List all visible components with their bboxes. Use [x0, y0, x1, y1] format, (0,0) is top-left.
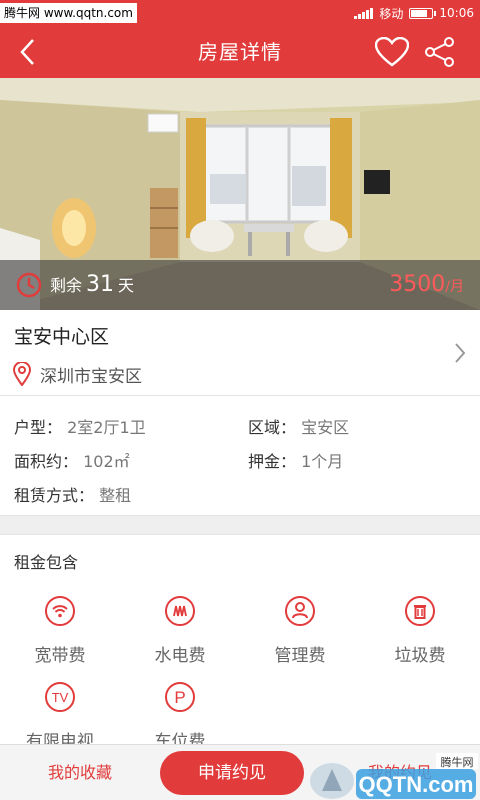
info-layout-label: 户型： — [14, 418, 63, 437]
remain-days-value: 31 — [86, 272, 115, 297]
trash-icon — [405, 596, 435, 626]
fee-utilities: 水电费 — [120, 595, 240, 666]
fees-title: 租金包含 — [14, 553, 79, 572]
fee-management: 管理费 — [240, 595, 360, 666]
svg-text:QQTN.com: QQTN.com — [359, 772, 474, 797]
location-pin-icon — [12, 362, 32, 386]
district-label: 深圳市宝安区 — [40, 367, 142, 387]
photo-info-bar: 剩余 31 天 3500/月 — [0, 260, 480, 310]
info-area-label: 区域： — [248, 418, 297, 437]
bottom-action-bar: 我的收藏 申请约见 我的约见 QQTN.com 腾牛网 — [0, 744, 480, 800]
fee-cable-tv: TV 有限电视 — [0, 681, 120, 752]
info-size-label: 面积约： — [14, 452, 79, 471]
fee-label: 管理费 — [274, 646, 326, 666]
remain-suffix: 天 — [118, 276, 135, 295]
signal-icon — [354, 7, 374, 19]
watermark-label: 腾牛网 www.qqtn.com — [0, 3, 137, 23]
fee-broadband: 宽带费 — [0, 595, 120, 666]
info-deposit-label: 押金： — [248, 452, 297, 471]
utilities-icon — [165, 596, 195, 626]
fee-label: 宽带费 — [34, 646, 86, 666]
chevron-right-icon — [455, 343, 466, 363]
info-area: 区域： 宝安区 — [248, 414, 349, 438]
info-rent-type: 租赁方式： 整租 — [14, 482, 131, 506]
fee-trash: 垃圾费 — [360, 595, 480, 666]
house-info: 户型： 2室2厅1卫 区域： 宝安区 面积约： 102㎡ 押金： 1个月 租赁方… — [0, 396, 480, 516]
svg-text:TV: TV — [52, 690, 69, 705]
apply-viewing-button[interactable]: 申请约见 — [160, 751, 304, 795]
parking-icon: P — [165, 682, 195, 712]
info-area-value: 宝安区 — [301, 418, 350, 437]
clock-icon — [16, 272, 42, 298]
rent-price: 3500/月 — [389, 260, 464, 310]
share-button[interactable] — [422, 34, 458, 70]
svg-text:腾牛网: 腾牛网 — [441, 755, 474, 769]
info-size-value: 102㎡ — [83, 452, 130, 471]
remain-prefix: 剩余 — [50, 276, 83, 295]
price-unit: /月 — [445, 279, 464, 295]
info-rent-label: 租赁方式： — [14, 486, 95, 505]
info-layout: 户型： 2室2厅1卫 — [14, 414, 146, 438]
info-layout-value: 2室2厅1卫 — [67, 418, 146, 437]
battery-icon — [409, 7, 437, 19]
fee-parking: P 车位费 — [120, 681, 240, 752]
carrier-label: 移动 — [379, 6, 404, 21]
fee-label: 垃圾费 — [394, 646, 446, 666]
my-favorites-button[interactable]: 我的收藏 — [0, 745, 160, 800]
svg-text:P: P — [174, 688, 185, 707]
info-deposit-value: 1个月 — [301, 452, 344, 471]
fee-label: 水电费 — [154, 646, 206, 666]
wifi-icon — [45, 596, 75, 626]
status-bar: 腾牛网 www.qqtn.com 移动 10:06 — [0, 0, 480, 26]
heart-icon — [375, 37, 409, 67]
remaining-days: 剩余 31 天 — [50, 260, 134, 310]
share-icon — [425, 37, 454, 67]
info-rent-value: 整租 — [99, 486, 132, 505]
house-photo[interactable]: 剩余 31 天 3500/月 — [0, 78, 480, 310]
price-value: 3500 — [389, 272, 446, 297]
title-bar: 房屋详情 — [0, 26, 480, 78]
community-name: 宝安中心区 — [14, 326, 110, 348]
clock-label: 10:06 — [439, 6, 474, 20]
qqtn-logo-watermark: QQTN.com 腾牛网 — [310, 753, 478, 799]
management-icon — [285, 596, 315, 626]
favorite-button[interactable] — [374, 34, 410, 70]
status-right: 移动 10:06 — [354, 0, 474, 26]
info-deposit: 押金： 1个月 — [248, 448, 343, 472]
info-size: 面积约： 102㎡ — [14, 448, 130, 472]
community-row[interactable]: 宝安中心区 深圳市宝安区 — [0, 310, 480, 396]
tv-icon: TV — [45, 682, 75, 712]
